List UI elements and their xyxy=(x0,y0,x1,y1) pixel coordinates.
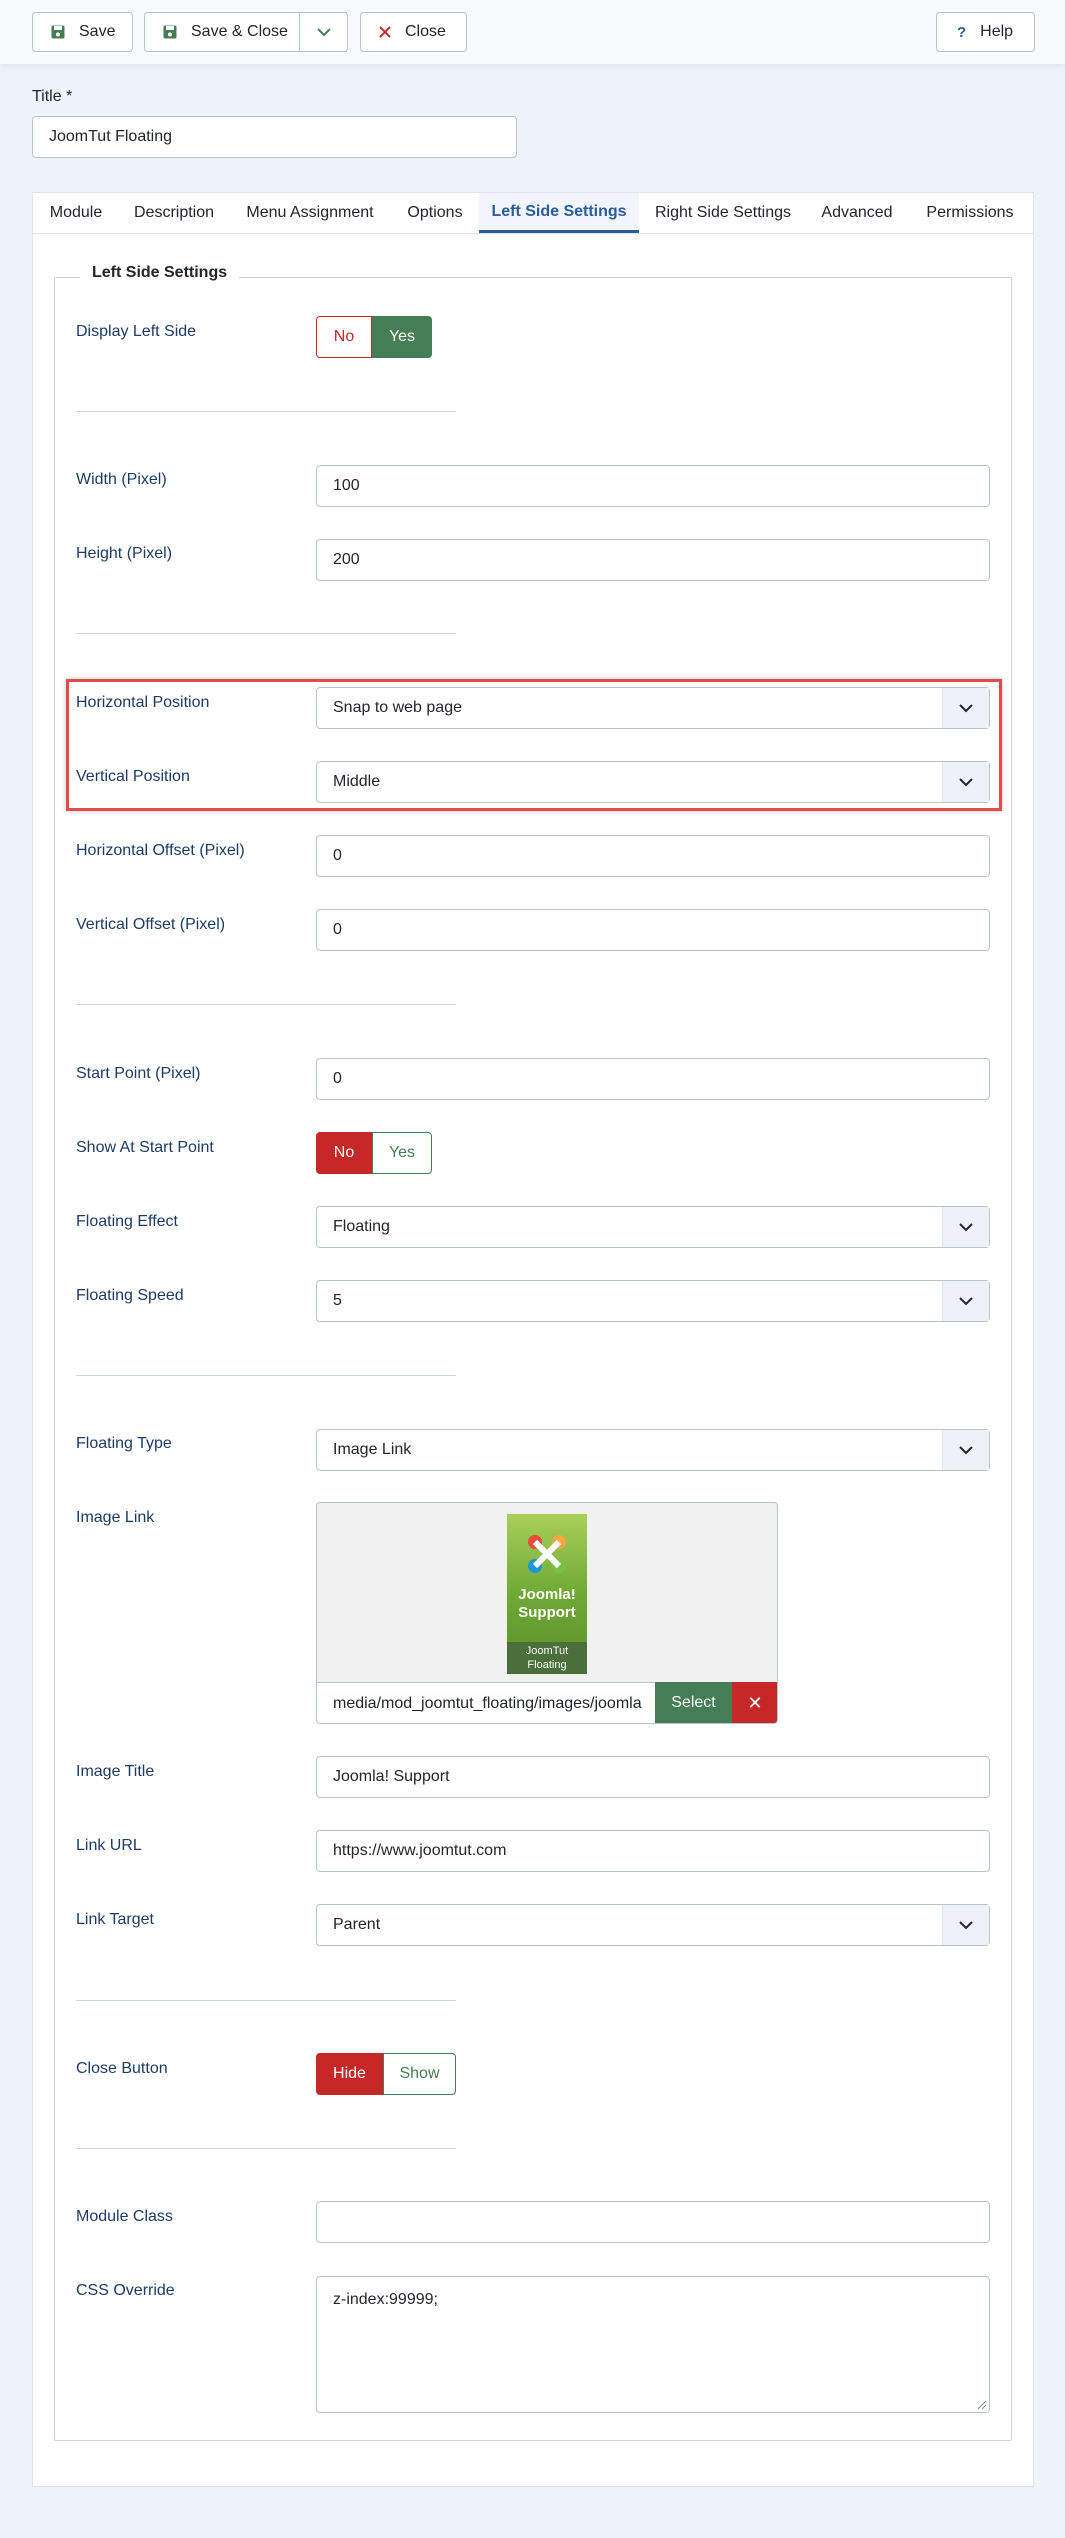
floating-effect-label: Floating Effect xyxy=(76,1213,178,1230)
save-close-label: Save & Close xyxy=(191,23,288,40)
start-point-label: Start Point (Pixel) xyxy=(76,1065,201,1082)
save-label: Save xyxy=(79,23,116,40)
close-button-toggle[interactable]: Hide Show xyxy=(316,2053,456,2095)
show-at-start-yes[interactable]: Yes xyxy=(372,1132,432,1174)
image-preview-caption: JoomTut Floating xyxy=(507,1642,587,1674)
tab-menu-assignment[interactable]: Menu Assignment xyxy=(229,193,391,233)
chevron-down-icon xyxy=(942,1905,989,1945)
display-left-side-toggle[interactable]: No Yes xyxy=(316,316,432,358)
help-label: Help xyxy=(980,23,1014,40)
close-button[interactable]: Close xyxy=(360,12,467,52)
close-label: Close xyxy=(405,23,446,40)
show-at-start-label: Show At Start Point xyxy=(76,1139,214,1156)
tab-description[interactable]: Description xyxy=(119,193,229,233)
floating-speed-label: Floating Speed xyxy=(76,1287,184,1304)
horizontal-offset-label: Horizontal Offset (Pixel) xyxy=(76,842,245,859)
close-button-hide[interactable]: Hide xyxy=(316,2053,383,2095)
css-override-value: z-index:99999; xyxy=(333,2291,438,2308)
chevron-down-icon xyxy=(942,1207,989,1247)
close-icon xyxy=(379,26,391,38)
help-button[interactable]: ? Help xyxy=(936,12,1035,52)
image-title-label: Image Title xyxy=(76,1763,155,1780)
image-link-field: Joomla! Support JoomTut Floating media/m… xyxy=(316,1502,778,1724)
tab-module[interactable]: Module xyxy=(33,193,119,233)
tab-bar: Module Description Menu Assignment Optio… xyxy=(33,193,1033,234)
image-link-label: Image Link xyxy=(76,1509,155,1526)
height-label: Height (Pixel) xyxy=(76,545,173,562)
vertical-offset-label: Vertical Offset (Pixel) xyxy=(76,916,226,933)
toolbar: Save Save & Close Close ? Help xyxy=(0,0,1065,64)
spacer-divider xyxy=(76,2148,456,2149)
close-button-show[interactable]: Show xyxy=(383,2053,456,2095)
tab-advanced[interactable]: Advanced xyxy=(807,193,907,233)
save-icon xyxy=(51,25,65,39)
chevron-down-icon xyxy=(942,1281,989,1321)
tab-right-side-settings[interactable]: Right Side Settings xyxy=(639,193,807,233)
link-url-input[interactable]: https://www.joomtut.com xyxy=(316,1830,990,1872)
spacer-divider xyxy=(76,2000,456,2001)
link-url-label: Link URL xyxy=(76,1837,142,1854)
chevron-down-icon xyxy=(316,27,332,37)
vertical-offset-input[interactable]: 0 xyxy=(316,909,990,951)
fieldset-legend: Left Side Settings xyxy=(80,264,240,282)
resize-handle-icon[interactable] xyxy=(975,2398,987,2410)
link-target-select[interactable]: Parent xyxy=(316,1904,990,1946)
horizontal-offset-input[interactable]: 0 xyxy=(316,835,990,877)
image-clear-button[interactable]: ✕ xyxy=(732,1682,777,1723)
link-target-label: Link Target xyxy=(76,1911,154,1928)
floating-type-label: Floating Type xyxy=(76,1435,172,1452)
display-left-side-no[interactable]: No xyxy=(316,316,372,358)
image-title-input[interactable]: Joomla! Support xyxy=(316,1756,990,1798)
floating-type-select[interactable]: Image Link xyxy=(316,1429,990,1471)
floating-effect-value: Floating xyxy=(333,1218,390,1235)
title-input[interactable]: JoomTut Floating xyxy=(32,116,517,158)
save-icon xyxy=(163,25,177,39)
display-left-side-label: Display Left Side xyxy=(76,323,197,340)
highlight-annotation-box xyxy=(66,679,1002,811)
chevron-down-icon xyxy=(942,1430,989,1470)
css-override-textarea[interactable]: z-index:99999; xyxy=(316,2276,990,2413)
image-preview: Joomla! Support JoomTut Floating xyxy=(507,1514,587,1674)
save-button[interactable]: Save xyxy=(32,12,133,52)
tab-options[interactable]: Options xyxy=(391,193,479,233)
spacer-divider xyxy=(76,633,456,634)
image-path-input[interactable]: media/mod_joomtut_floating/images/joomla xyxy=(317,1682,655,1723)
height-input[interactable]: 200 xyxy=(316,539,990,581)
tab-permissions[interactable]: Permissions xyxy=(907,193,1033,233)
left-side-settings-fieldset xyxy=(54,277,1012,2441)
joomla-logo-icon xyxy=(528,1535,566,1573)
spacer-divider xyxy=(76,411,456,412)
close-button-label: Close Button xyxy=(76,2060,168,2077)
floating-speed-value: 5 xyxy=(333,1292,342,1309)
title-label: Title * xyxy=(32,88,73,105)
show-at-start-toggle[interactable]: No Yes xyxy=(316,1132,432,1174)
spacer-divider xyxy=(76,1004,456,1005)
width-label: Width (Pixel) xyxy=(76,471,167,488)
show-at-start-no[interactable]: No xyxy=(316,1132,372,1174)
image-preview-title: Joomla! Support xyxy=(518,1586,576,1621)
save-options-dropdown-button[interactable] xyxy=(299,12,348,52)
display-left-side-yes[interactable]: Yes xyxy=(372,316,432,358)
image-select-button[interactable]: Select xyxy=(655,1682,732,1723)
start-point-input[interactable]: 0 xyxy=(316,1058,990,1100)
floating-speed-select[interactable]: 5 xyxy=(316,1280,990,1322)
floating-type-value: Image Link xyxy=(333,1441,412,1458)
module-class-input[interactable] xyxy=(316,2201,990,2243)
width-input[interactable]: 100 xyxy=(316,465,990,507)
tab-left-side-settings[interactable]: Left Side Settings xyxy=(479,193,639,233)
link-target-value: Parent xyxy=(333,1916,381,1933)
css-override-label: CSS Override xyxy=(76,2282,175,2299)
floating-effect-select[interactable]: Floating xyxy=(316,1206,990,1248)
module-class-label: Module Class xyxy=(76,2208,173,2225)
spacer-divider xyxy=(76,1375,456,1376)
question-icon: ? xyxy=(957,23,967,41)
